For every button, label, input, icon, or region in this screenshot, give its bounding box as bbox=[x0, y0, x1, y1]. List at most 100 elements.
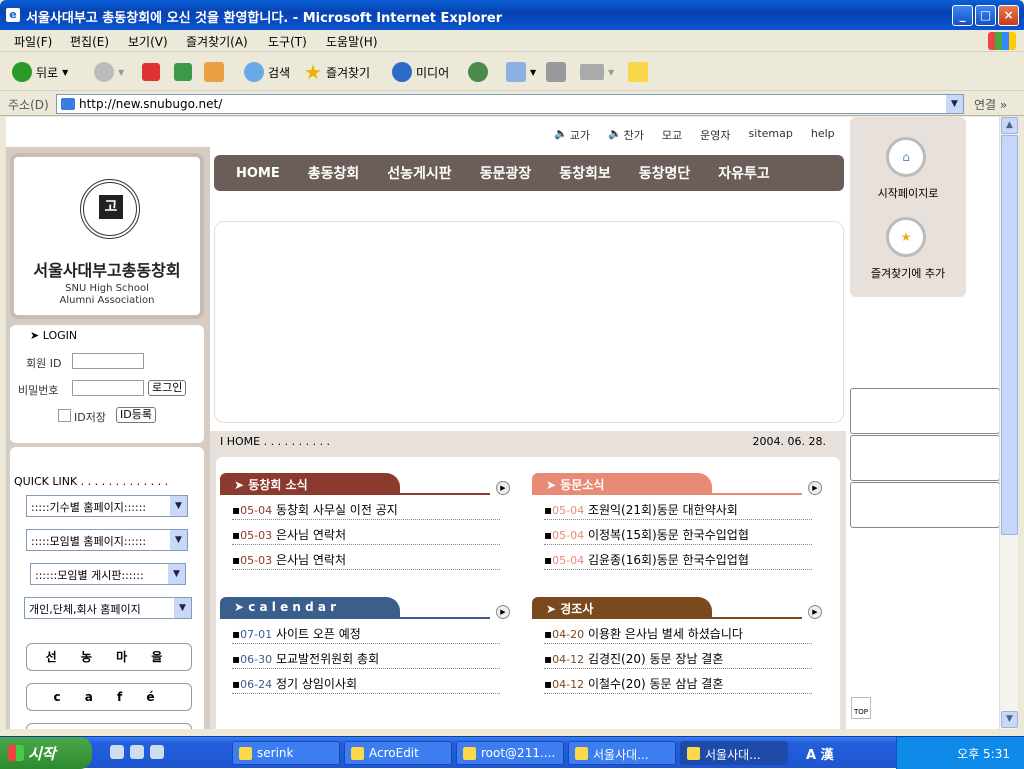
menu-tools[interactable]: 도구(T) bbox=[268, 33, 307, 50]
nav-directory[interactable]: 동창명단 bbox=[639, 163, 691, 183]
nav-free-post[interactable]: 자유투고 bbox=[718, 163, 770, 183]
seonnong-village-button[interactable]: 선 농 마 을 bbox=[26, 643, 192, 671]
menu-help[interactable]: 도움말(H) bbox=[326, 33, 378, 50]
more-arrow-icon[interactable]: ▶ bbox=[496, 605, 510, 619]
home-button[interactable] bbox=[204, 61, 224, 83]
scroll-down-icon[interactable]: ▼ bbox=[1001, 711, 1018, 728]
divider bbox=[532, 493, 802, 495]
top-nav-school-song[interactable]: 교가 bbox=[570, 127, 590, 143]
list-item[interactable]: ▪07-01 사이트 오픈 예정 bbox=[232, 619, 500, 644]
more-arrow-icon[interactable]: ▶ bbox=[808, 605, 822, 619]
print-button[interactable] bbox=[546, 61, 566, 83]
item-text: 이용환 은사님 별세 하셨습니다 bbox=[587, 627, 743, 641]
media-button[interactable]: 미디어 bbox=[392, 61, 449, 83]
chevron-down-icon[interactable]: ▼ bbox=[946, 95, 963, 113]
nav-newsletter[interactable]: 동창회보 bbox=[559, 163, 611, 183]
list-item[interactable]: ▪04-12 이철수(20) 동문 삼남 결혼 bbox=[544, 669, 812, 694]
select-group-board[interactable]: ::::::모임별 게시판:::::: ▼ bbox=[30, 563, 186, 585]
list-item[interactable]: ▪05-04 김윤종(16회)동문 한국수입업협 bbox=[544, 545, 812, 570]
top-nav-help[interactable]: help bbox=[811, 127, 835, 143]
back-button[interactable]: 뒤로 ▼ bbox=[12, 61, 68, 83]
section-title: ➤ c a l e n d a r bbox=[220, 597, 400, 617]
ad-box[interactable] bbox=[850, 482, 999, 528]
select-class-homepage[interactable]: :::::기수별 홈페이지:::::: ▼ bbox=[26, 495, 188, 517]
password-input[interactable] bbox=[72, 380, 144, 396]
app-icon[interactable] bbox=[110, 745, 124, 759]
maximize-button[interactable]: □ bbox=[975, 5, 996, 26]
add-favorite-button[interactable]: ★ bbox=[886, 217, 926, 257]
list-item[interactable]: ▪04-20 이용환 은사님 별세 하셨습니다 bbox=[544, 619, 812, 644]
task-acroedit[interactable]: AcroEdit bbox=[344, 741, 452, 765]
list-item[interactable]: ▪05-04 조원익(21회)동문 대한약사회 bbox=[544, 495, 812, 520]
messenger-button[interactable] bbox=[628, 61, 648, 83]
list-item[interactable]: ▪06-30 모교발전위원회 총회 bbox=[232, 644, 500, 669]
ad-box[interactable] bbox=[850, 388, 999, 434]
refresh-button[interactable] bbox=[174, 61, 192, 83]
top-nav-anthem[interactable]: 찬가 bbox=[624, 127, 644, 143]
search-button[interactable]: 검색 bbox=[244, 61, 290, 83]
top-nav-operator[interactable]: 운영자 bbox=[700, 127, 730, 143]
nav-alumni-assoc[interactable]: 총동창회 bbox=[308, 163, 360, 183]
task-serink[interactable]: serink bbox=[232, 741, 340, 765]
logo-subtitle: SNU High School Alumni Association bbox=[59, 283, 155, 306]
address-input[interactable]: http://new.snubugo.net/ ▼ bbox=[56, 94, 964, 114]
item-date: 04-12 bbox=[552, 653, 585, 666]
task-browser-2[interactable]: 서울사대... bbox=[680, 741, 788, 765]
ie-icon[interactable] bbox=[130, 745, 144, 759]
language-bar[interactable]: A 漢 bbox=[806, 744, 834, 763]
top-nav-school[interactable]: 모교 bbox=[662, 127, 682, 143]
media-icon bbox=[392, 62, 412, 82]
address-url: http://new.snubugo.net/ bbox=[79, 97, 223, 111]
stop-button[interactable] bbox=[142, 61, 160, 83]
speaker-icon: 🔈 bbox=[607, 127, 622, 140]
menu-favorites[interactable]: 즐겨찾기(A) bbox=[186, 33, 248, 50]
history-button[interactable] bbox=[468, 61, 488, 83]
title-bar: e 서울사대부고 총동창회에 오신 것을 환영합니다. - Microsoft … bbox=[0, 0, 1024, 30]
list-item[interactable]: ▪04-12 김경진(20) 동문 장남 결혼 bbox=[544, 644, 812, 669]
vertical-scrollbar[interactable]: ▲ ▼ bbox=[999, 117, 1018, 729]
home-icon: ⌂ bbox=[902, 150, 910, 164]
list-item[interactable]: ▪05-03 은사님 연락처 bbox=[232, 545, 500, 570]
select-group-homepage[interactable]: :::::모임별 홈페이지:::::: ▼ bbox=[26, 529, 188, 551]
list-item[interactable]: ▪05-04 이정복(15회)동문 한국수입업협 bbox=[544, 520, 812, 545]
nav-board[interactable]: 선농게시판 bbox=[387, 163, 451, 183]
top-nav-sitemap[interactable]: sitemap bbox=[749, 127, 793, 143]
task-browser-1[interactable]: 서울사대... bbox=[568, 741, 676, 765]
app-icon[interactable] bbox=[150, 745, 164, 759]
menu-view[interactable]: 보기(V) bbox=[128, 33, 168, 50]
quick-link-header: QUICK LINK . . . . . . . . . . . . . bbox=[14, 475, 169, 488]
mail-button[interactable]: ▼ bbox=[506, 61, 536, 83]
refresh-icon bbox=[174, 63, 192, 81]
start-button[interactable]: 시작 bbox=[0, 737, 92, 769]
nav-plaza[interactable]: 동문광장 bbox=[480, 163, 532, 183]
login-button[interactable]: 로그인 bbox=[148, 380, 187, 396]
more-link-button[interactable] bbox=[26, 723, 192, 729]
task-terminal[interactable]: root@211.... bbox=[456, 741, 564, 765]
more-arrow-icon[interactable]: ▶ bbox=[808, 481, 822, 495]
select-personal-homepage[interactable]: 개인,단체,회사 홈페이지 ▼ bbox=[24, 597, 192, 619]
save-id-checkbox[interactable] bbox=[58, 409, 71, 422]
logo-box[interactable]: 서울사대부고총동창회 SNU High SchoolAlumni Associa… bbox=[10, 153, 204, 319]
start-page-button[interactable]: ⌂ bbox=[886, 137, 926, 177]
top-button[interactable]: TOP bbox=[851, 697, 871, 719]
forward-button[interactable]: ▼ bbox=[94, 61, 124, 83]
section-title: ➤ 동문소식 bbox=[532, 473, 712, 493]
edit-button[interactable]: ▼ bbox=[580, 61, 614, 83]
menu-edit[interactable]: 편집(E) bbox=[70, 33, 109, 50]
close-button[interactable]: × bbox=[998, 5, 1019, 26]
more-arrow-icon[interactable]: ▶ bbox=[496, 481, 510, 495]
minimize-button[interactable]: _ bbox=[952, 5, 973, 26]
id-input[interactable] bbox=[72, 353, 144, 369]
menu-file[interactable]: 파일(F) bbox=[14, 33, 52, 50]
favorites-button[interactable]: ★ 즐겨찾기 bbox=[304, 60, 370, 84]
ad-box[interactable] bbox=[850, 435, 999, 481]
cafe-button[interactable]: c a f é bbox=[26, 683, 192, 711]
nav-home[interactable]: HOME bbox=[236, 166, 280, 181]
list-item[interactable]: ▪05-03 은사님 연락처 bbox=[232, 520, 500, 545]
scroll-thumb[interactable] bbox=[1001, 135, 1018, 535]
scroll-up-icon[interactable]: ▲ bbox=[1001, 117, 1018, 134]
list-item[interactable]: ▪05-04 동창회 사무실 이전 공지 bbox=[232, 495, 500, 520]
list-item[interactable]: ▪06-24 정기 상임이사회 bbox=[232, 669, 500, 694]
register-button[interactable]: ID등록 bbox=[116, 407, 156, 423]
go-button[interactable]: 연결 » bbox=[974, 96, 1007, 113]
